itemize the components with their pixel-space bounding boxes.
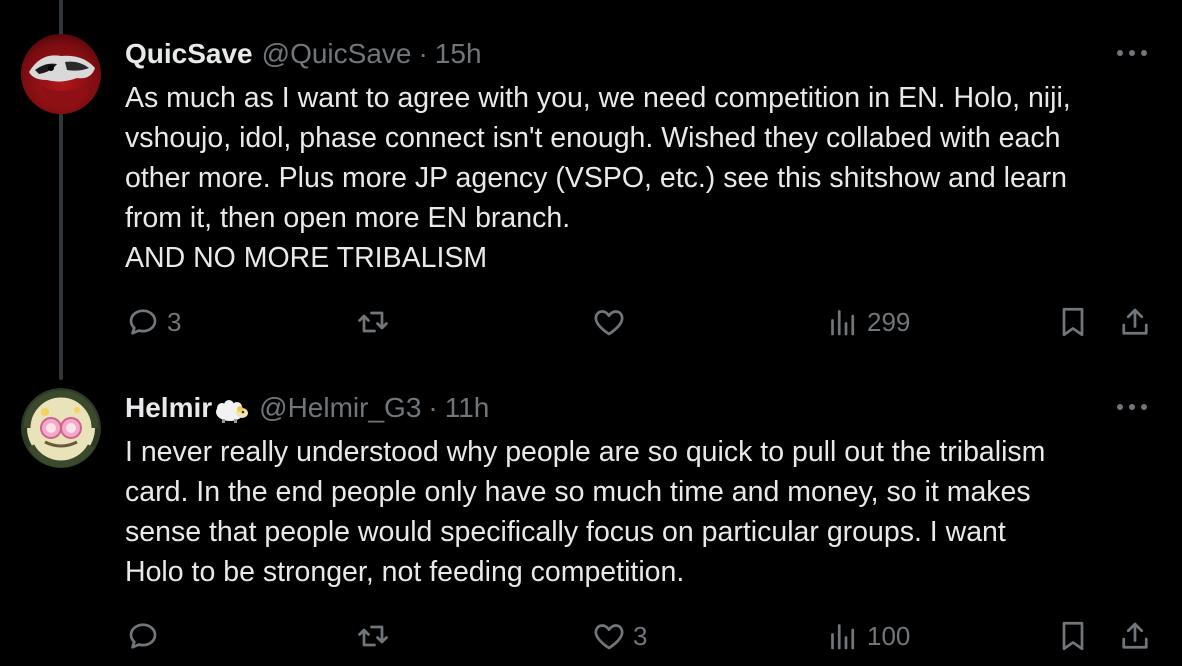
tweet-text-line: vshoujo, idol, phase connect isn't enoug…: [125, 122, 1061, 154]
bookmark-icon: [1062, 621, 1084, 651]
tweet-header: QuicSave @QuicSave · 15h: [125, 38, 482, 70]
like-button[interactable]: [591, 302, 633, 342]
views-button[interactable]: 299: [825, 302, 910, 342]
more-icon: [1117, 404, 1147, 410]
like-button[interactable]: 3: [591, 616, 647, 656]
avatar[interactable]: [21, 388, 101, 468]
retweet-icon: [358, 311, 388, 333]
tweet-text-line: card. In the end people only have so muc…: [125, 476, 1031, 508]
display-name[interactable]: Helmir: [125, 392, 212, 424]
reply-icon: [129, 309, 157, 335]
share-button[interactable]: [1117, 302, 1153, 342]
views-count: 299: [867, 306, 911, 337]
tweet-text-line: I never really understood why people are…: [125, 436, 1046, 468]
views-icon: [831, 310, 855, 336]
heart-icon: [594, 310, 624, 336]
tweet-text-line: As much as I want to agree with you, we …: [125, 82, 1071, 114]
reply-icon: [129, 623, 157, 649]
display-name[interactable]: QuicSave: [125, 38, 253, 70]
separator-dot: ·: [428, 392, 438, 423]
user-handle[interactable]: @Helmir_G3: [259, 392, 421, 424]
views-count: 100: [867, 620, 911, 651]
bookmark-button[interactable]: [1055, 616, 1091, 656]
reply-button[interactable]: [125, 616, 167, 656]
tweet-text-line: AND NO MORE TRIBALISM: [125, 242, 488, 274]
more-options-button[interactable]: [1112, 392, 1152, 422]
retweet-icon: [358, 625, 388, 647]
views-button[interactable]: 100: [825, 616, 910, 656]
bookmark-button[interactable]: [1055, 302, 1091, 342]
tweet-actions: 3 299: [125, 302, 1160, 342]
timestamp[interactable]: 11h: [445, 392, 490, 424]
separator-dot: ·: [418, 38, 428, 69]
heart-icon: [594, 624, 624, 650]
share-button[interactable]: [1117, 616, 1153, 656]
retweet-button[interactable]: [355, 616, 397, 656]
share-icon: [1122, 308, 1148, 335]
avatar[interactable]: [21, 34, 101, 114]
tweet-text: As much as I want to agree with you, we …: [125, 78, 1160, 278]
timestamp[interactable]: 15h: [435, 38, 482, 70]
reply-button[interactable]: 3: [125, 302, 181, 342]
tweet-text-line: Holo to be stronger, not feeding competi…: [125, 556, 685, 588]
like-count: 3: [633, 620, 648, 651]
share-icon: [1122, 622, 1148, 649]
user-handle[interactable]: @QuicSave: [262, 38, 412, 70]
retweet-button[interactable]: [355, 302, 397, 342]
tweet-helmir[interactable]: Helmir @Helmir_G3 · 11h I never really u…: [0, 370, 1182, 666]
more-icon: [1117, 50, 1147, 56]
more-options-button[interactable]: [1112, 38, 1152, 68]
sheep-icon: [214, 398, 250, 423]
tweet-quicsave[interactable]: QuicSave @QuicSave · 15h As much as I wa…: [0, 0, 1182, 370]
views-icon: [831, 624, 855, 650]
tweet-text: I never really understood why people are…: [125, 432, 1160, 592]
tweet-text-line: other more. Plus more JP agency (VSPO, e…: [125, 162, 1067, 194]
tweet-text-line: sense that people would specifically foc…: [125, 516, 1006, 548]
bookmark-icon: [1062, 307, 1084, 337]
tweet-text-line: from it, then open more EN branch.: [125, 202, 571, 234]
tweet-actions: 3 100: [125, 616, 1160, 656]
reply-count: 3: [167, 306, 182, 337]
tweet-header: Helmir @Helmir_G3 · 11h: [125, 392, 489, 424]
